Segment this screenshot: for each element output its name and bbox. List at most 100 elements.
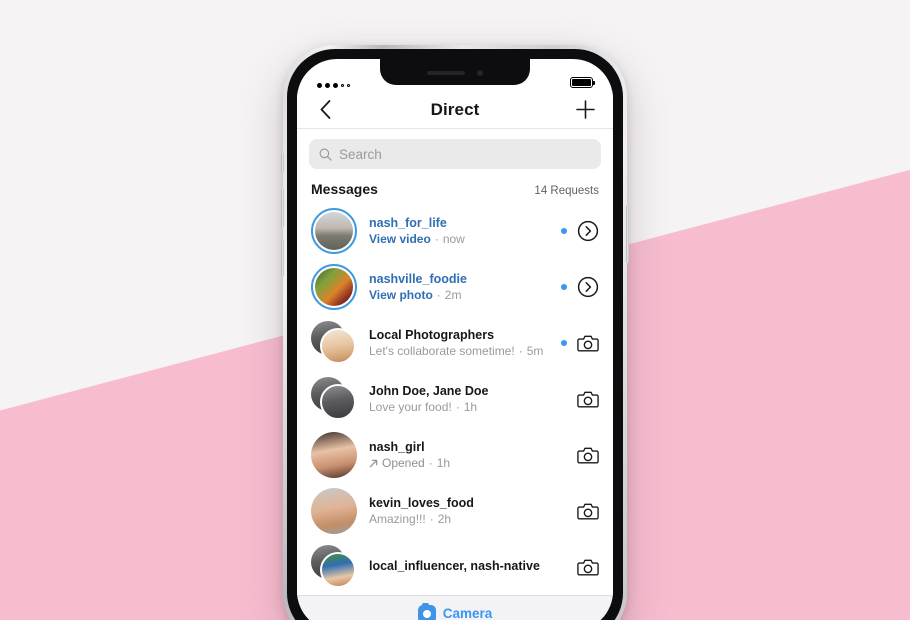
messages-heading: Messages — [311, 181, 378, 197]
row-preview-action: View video — [369, 232, 431, 246]
conversation-row[interactable]: kevin_loves_food Amazing!!! · 2h — [297, 483, 613, 539]
row-action-button[interactable] — [577, 334, 599, 353]
power-button[interactable] — [626, 205, 629, 263]
requests-link[interactable]: 14 Requests — [534, 185, 599, 197]
avatar-group[interactable] — [311, 320, 357, 366]
row-username: local_influencer, nash-native — [369, 559, 540, 573]
row-timestamp: 1h — [463, 400, 478, 414]
volume-down-button[interactable] — [281, 239, 284, 277]
back-button[interactable] — [311, 96, 339, 124]
row-subtitle: View photo · 2m — [369, 288, 561, 302]
camera-bar-label: Camera — [442, 606, 493, 620]
avatar-story-ring — [311, 264, 357, 310]
conversation-row[interactable]: nash_girl Opened · 1h — [297, 427, 613, 483]
row-subtitle: Love your food! · 1h — [369, 400, 561, 414]
row-timestamp: 5m — [526, 344, 544, 358]
search-placeholder-text: Search — [339, 146, 382, 162]
row-username: kevin_loves_food — [369, 496, 474, 510]
avatar[interactable] — [311, 264, 357, 310]
chevron-right-circle-icon — [577, 276, 599, 298]
avatar-story-ring — [311, 208, 357, 254]
row-text-block: Local Photographers Let's collaborate so… — [369, 328, 561, 358]
new-message-button[interactable] — [571, 96, 599, 124]
row-separator: · — [429, 512, 434, 526]
avatar[interactable] — [311, 208, 357, 254]
row-preview-text: Let's collaborate sometime! — [369, 344, 515, 358]
mute-switch[interactable] — [281, 153, 284, 173]
row-action-button[interactable] — [577, 446, 599, 465]
row-action-button[interactable] — [577, 220, 599, 242]
row-timestamp: now — [442, 232, 465, 246]
unread-dot — [561, 340, 567, 346]
row-preview-text: Love your food! — [369, 400, 452, 414]
row-username: nashville_foodie — [369, 272, 467, 286]
row-actions — [561, 276, 599, 298]
conversation-list: nash_for_life View video · now nashville_f… — [297, 203, 613, 595]
row-separator: · — [434, 232, 439, 246]
row-separator: · — [428, 456, 433, 470]
unread-dot — [561, 228, 567, 234]
row-subtitle: Amazing!!! · 2h — [369, 512, 561, 526]
row-text-block: nash_girl Opened · 1h — [369, 440, 561, 470]
row-subtitle: View video · now — [369, 232, 561, 246]
chevron-right-circle-icon — [577, 220, 599, 242]
search-icon — [319, 148, 332, 161]
camera-icon — [417, 602, 436, 620]
row-actions — [561, 502, 599, 521]
avatar-group[interactable] — [311, 376, 357, 422]
search-input[interactable]: Search — [309, 139, 601, 169]
navigation-bar: Direct — [297, 91, 613, 129]
earpiece-speaker-icon — [427, 71, 465, 75]
conversation-row[interactable]: nashville_foodie View photo · 2m — [297, 259, 613, 315]
unread-dot — [561, 284, 567, 290]
conversation-row[interactable]: nash_for_life View video · now — [297, 203, 613, 259]
row-separator: · — [455, 400, 460, 414]
notch — [380, 59, 530, 85]
row-username: Local Photographers — [369, 328, 495, 342]
messages-section-header: Messages 14 Requests — [297, 177, 613, 203]
row-username: nash_for_life — [369, 216, 447, 230]
row-action-button[interactable] — [577, 502, 599, 521]
arrow-up-right-icon — [369, 459, 378, 467]
page-title: Direct — [430, 99, 480, 119]
phone-screen: 9:41 PM Direct — [297, 59, 613, 620]
phone-bezel: 9:41 PM Direct — [287, 49, 623, 620]
row-text-block: kevin_loves_food Amazing!!! · 2h — [369, 496, 561, 526]
row-actions — [561, 334, 599, 353]
row-text-block: nash_for_life View video · now — [369, 216, 561, 246]
row-text-block: nashville_foodie View photo · 2m — [369, 272, 561, 302]
camera-icon — [577, 559, 599, 576]
row-action-button[interactable] — [577, 276, 599, 298]
row-separator: · — [436, 288, 441, 302]
row-timestamp: 2m — [444, 288, 462, 302]
row-action-button[interactable] — [577, 390, 599, 409]
row-username: nash_girl — [369, 440, 425, 454]
row-text-block: local_influencer, nash-native — [369, 559, 561, 575]
row-actions — [561, 390, 599, 409]
row-preview-text: Amazing!!! — [369, 512, 426, 526]
chevron-left-icon — [320, 100, 330, 119]
row-username: John Doe, Jane Doe — [369, 384, 489, 398]
camera-bar[interactable]: Camera — [297, 595, 613, 620]
row-action-button[interactable] — [577, 558, 599, 577]
conversation-row[interactable]: Local Photographers Let's collaborate so… — [297, 315, 613, 371]
row-timestamp: 1h — [436, 456, 451, 470]
avatar[interactable] — [311, 488, 357, 534]
avatar[interactable] — [311, 432, 357, 478]
row-actions — [561, 446, 599, 465]
camera-icon — [577, 447, 599, 464]
row-text-block: John Doe, Jane Doe Love your food! · 1h — [369, 384, 561, 414]
avatar-group[interactable] — [311, 544, 357, 590]
screenshot-canvas: 9:41 PM Direct — [0, 0, 910, 620]
conversation-row[interactable]: John Doe, Jane Doe Love your food! · 1h — [297, 371, 613, 427]
camera-icon — [577, 391, 599, 408]
row-actions — [561, 220, 599, 242]
conversation-row[interactable]: local_influencer, nash-native — [297, 539, 613, 595]
camera-icon — [577, 503, 599, 520]
volume-up-button[interactable] — [281, 189, 284, 227]
row-timestamp: 2h — [437, 512, 452, 526]
camera-icon — [577, 335, 599, 352]
front-camera-icon — [477, 70, 483, 76]
row-actions — [561, 558, 599, 577]
row-subtitle: Let's collaborate sometime! · 5m — [369, 344, 561, 358]
